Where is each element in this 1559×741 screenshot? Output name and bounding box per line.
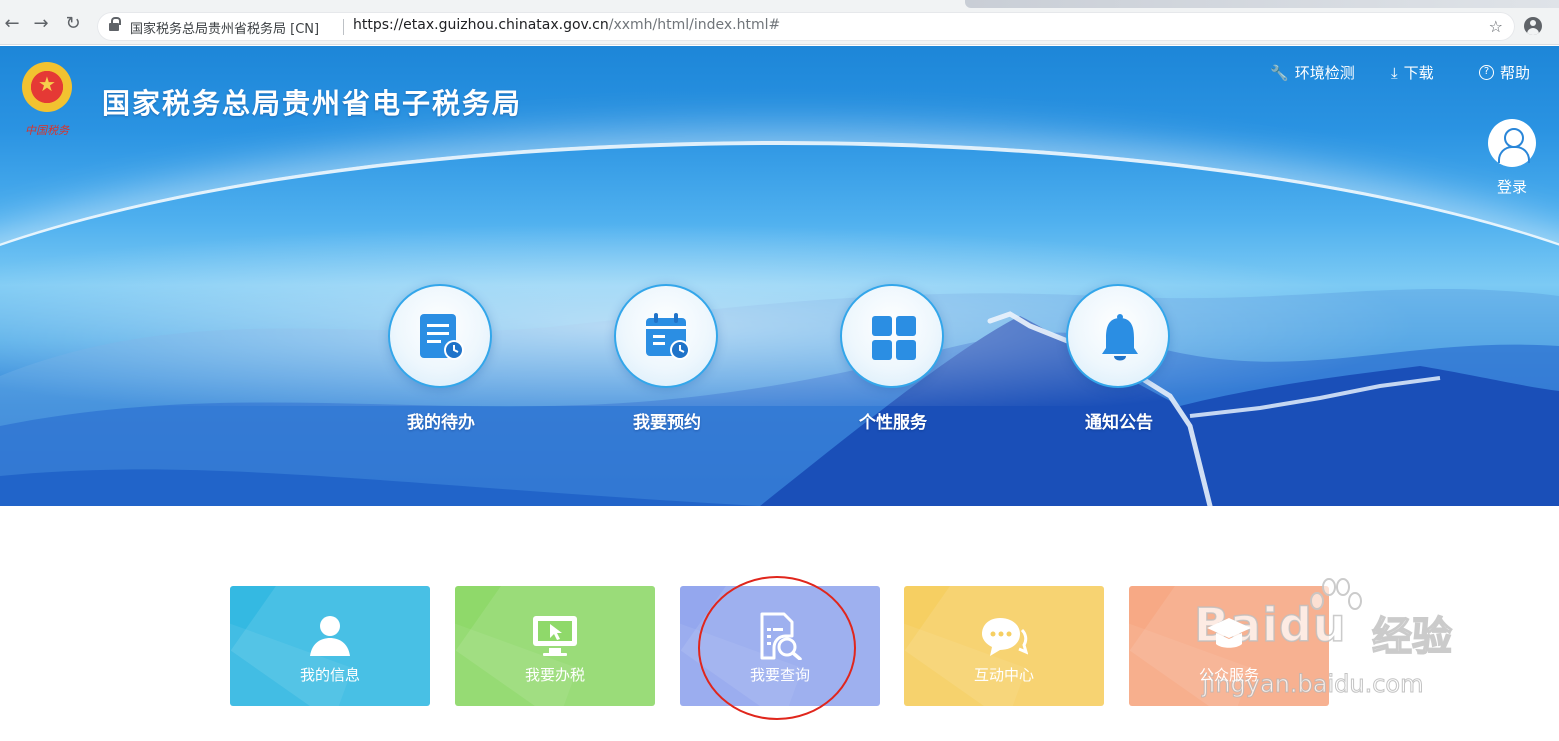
forward-arrow-icon[interactable]: → [31, 14, 51, 34]
env-check-link[interactable]: 🔧 环境检测 [1270, 62, 1355, 83]
monitor-cursor-icon [533, 616, 577, 656]
back-arrow-icon[interactable]: ← [2, 14, 22, 34]
feature-circle[interactable] [1066, 284, 1170, 388]
feature-label: 个性服务 [859, 413, 927, 433]
reload-icon[interactable]: ↻ [63, 14, 83, 34]
feature-circle[interactable] [614, 284, 718, 388]
login-avatar-icon[interactable] [1488, 119, 1536, 167]
graduation-cap-icon [1207, 618, 1251, 648]
env-check-label: 环境检测 [1294, 64, 1355, 82]
feature-label: 我要预约 [633, 413, 701, 433]
tile-public-service[interactable]: 公众服务 [1129, 586, 1329, 706]
tile-label: 互动中心 [973, 666, 1034, 684]
watermark-brand-cn: 经验 [1371, 613, 1453, 661]
calendar-clock-icon [646, 313, 690, 360]
site-identity: 国家税务总局贵州省税务局 [CN] [130, 22, 320, 37]
url-path: /xxmh/html/index.html# [608, 17, 781, 33]
browser-toolbar: ← → ↻ 国家税务总局贵州省税务局 [CN] https://etax.gui… [0, 0, 1559, 45]
help-label: 帮助 [1500, 64, 1531, 82]
chat-bubbles-icon [982, 618, 1028, 656]
profile-icon[interactable] [1524, 17, 1542, 35]
tile-interaction-center[interactable]: 互动中心 [904, 586, 1104, 706]
document-search-icon [760, 612, 802, 660]
tile-label: 我要办税 [524, 666, 585, 684]
tile-label: 我要查询 [749, 666, 810, 684]
hero-mist [0, 206, 1559, 406]
page-title: 国家税务总局贵州省电子税务局 [102, 87, 523, 120]
address-bar[interactable]: 国家税务总局贵州省税务局 [CN] https://etax.guizhou.c… [97, 12, 1515, 41]
address-separator [343, 19, 344, 35]
download-icon: ⤓ [1391, 63, 1398, 82]
user-icon [310, 616, 350, 656]
tab-strip [965, 0, 1559, 8]
lock-icon[interactable] [109, 17, 121, 32]
url-host: https://etax.guizhou.chinatax.gov.cn [353, 17, 609, 33]
emblem-icon [22, 62, 72, 112]
hero-banner: 中国税务 国家税务总局贵州省电子税务局 🔧 环境检测 ⤓ 下载 ? 帮助 登录 … [0, 46, 1559, 506]
feature-circle[interactable] [388, 284, 492, 388]
download-link[interactable]: ⤓ 下载 [1391, 62, 1434, 83]
tile-label: 我的信息 [299, 666, 360, 684]
emblem-text: 中国税务 [25, 124, 69, 137]
download-label: 下载 [1403, 64, 1434, 82]
feature-label: 通知公告 [1085, 413, 1153, 433]
wrench-icon: 🔧 [1270, 63, 1289, 82]
grid-icon [872, 316, 916, 360]
tile-my-info[interactable]: 我的信息 [230, 586, 430, 706]
login-link[interactable]: 登录 [1488, 176, 1536, 197]
help-link[interactable]: ? 帮助 [1479, 62, 1530, 83]
tile-do-tax[interactable]: 我要办税 [455, 586, 655, 706]
help-icon: ? [1479, 65, 1494, 80]
tax-emblem-logo[interactable]: 中国税务 [16, 60, 78, 144]
todo-list-icon [420, 314, 464, 360]
url-text[interactable]: https://etax.guizhou.chinatax.gov.cn/xxm… [353, 17, 780, 33]
bell-icon [1102, 314, 1138, 361]
feature-label: 我的待办 [407, 413, 475, 433]
feature-circle[interactable] [840, 284, 944, 388]
star-icon[interactable]: ☆ [1489, 17, 1503, 36]
tile-label: 公众服务 [1198, 666, 1259, 684]
